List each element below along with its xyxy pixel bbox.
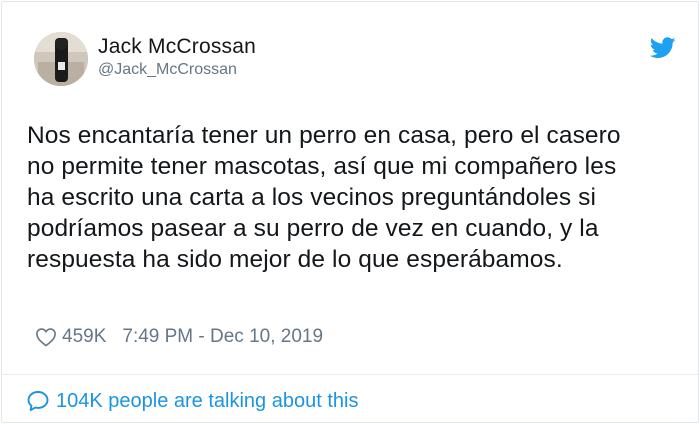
- tweet-timestamp[interactable]: 7:49 PM - Dec 10, 2019: [122, 326, 323, 348]
- tweet-text-line: podríamos pasear a su perro de vez en cu…: [27, 215, 599, 242]
- tweet-card: Jack McCrossan @Jack_McCrossan Nos encan…: [1, 1, 699, 423]
- author-name[interactable]: Jack McCrossan: [98, 35, 256, 59]
- divider: [2, 374, 698, 375]
- tweet-text-line: ha escrito una carta a los vecinos pregu…: [27, 184, 597, 211]
- author-handle[interactable]: @Jack_McCrossan: [98, 61, 237, 79]
- tweet-text-line: respuesta ha sido mejor de lo que esperá…: [27, 246, 563, 273]
- tweet-header: Jack McCrossan @Jack_McCrossan: [34, 32, 676, 92]
- tweet-text-line: Nos encantaría tener un perro en casa, p…: [27, 122, 621, 149]
- tweet-text: Nos encantaría tener un perro en casa, p…: [27, 120, 692, 275]
- avatar-photo: [34, 32, 88, 86]
- conversation-link[interactable]: 104K people are talking about this: [26, 388, 358, 414]
- avatar[interactable]: [34, 32, 88, 86]
- like-count[interactable]: 459K: [62, 326, 106, 348]
- heart-outline-icon[interactable]: [35, 327, 57, 347]
- conversation-link-text: 104K people are talking about this: [56, 389, 359, 412]
- tweet-text-line: no permite tener mascotas, así que mi co…: [27, 153, 617, 180]
- twitter-bird-icon[interactable]: [650, 37, 676, 59]
- tweet-meta: 459K 7:49 PM - Dec 10, 2019: [35, 324, 323, 350]
- speech-bubble-icon: [27, 391, 49, 412]
